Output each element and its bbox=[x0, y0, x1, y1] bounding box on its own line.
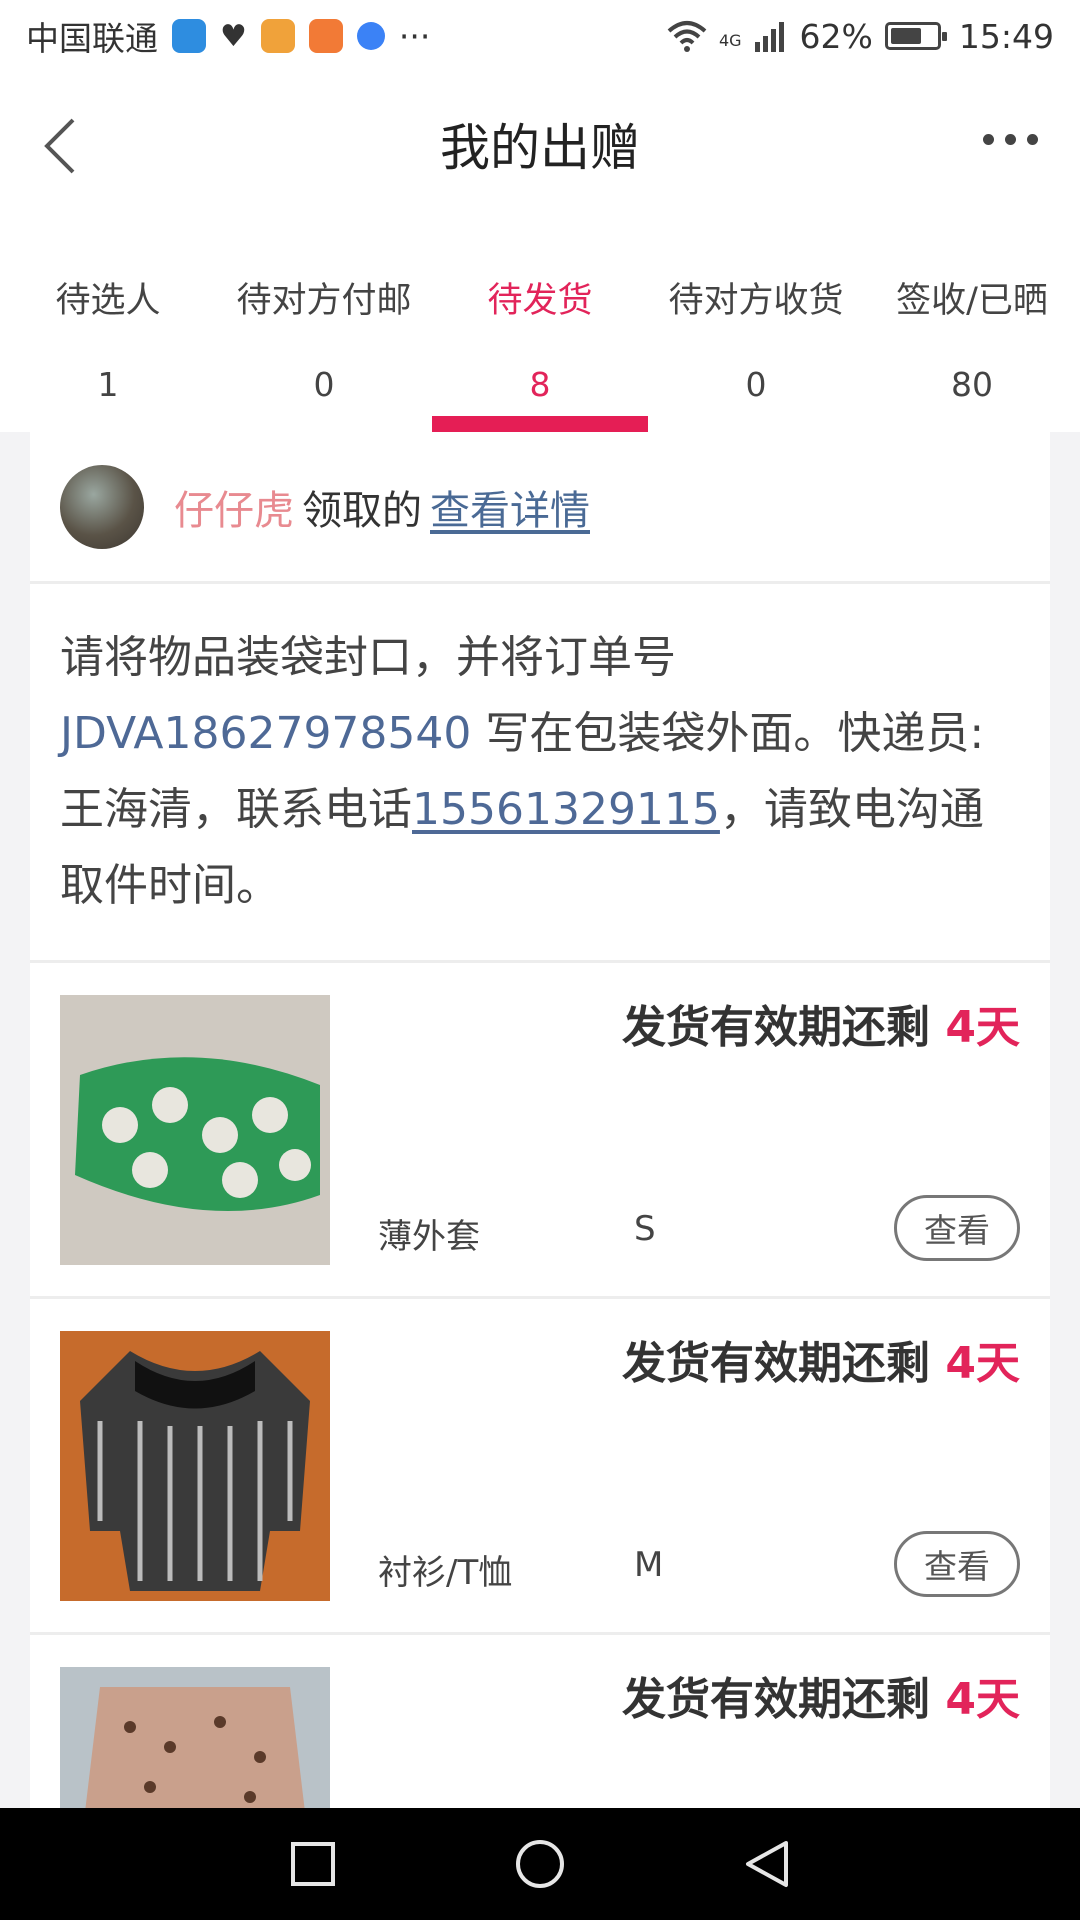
view-button[interactable]: 查看 bbox=[894, 1531, 1020, 1597]
days-left: 4天 bbox=[945, 1338, 1020, 1389]
order-card: 仔仔虎 领取的 查看详情 请将物品装袋封口，并将订单号 JDVA1862797854… bbox=[30, 432, 1050, 1808]
wifi-icon bbox=[667, 21, 707, 52]
tab-pending-receipt[interactable]: 待对方收货 0 bbox=[648, 216, 864, 432]
days-left: 4天 bbox=[945, 1002, 1020, 1053]
ship-deadline: 发货有效期还剩 4天 bbox=[622, 1663, 1020, 1727]
status-tabs: 待选人 1 待对方付邮 0 待发货 8 待对方收货 0 签收/已晒 80 bbox=[0, 216, 1080, 432]
tab-pending-shipment[interactable]: 待发货 8 bbox=[432, 216, 648, 432]
tab-count: 1 bbox=[97, 365, 119, 404]
phone-link[interactable]: 15561329115 bbox=[412, 784, 720, 835]
tab-pending-select[interactable]: 待选人 1 bbox=[0, 216, 216, 432]
status-bar: 中国联通 ♥ ··· 4G 62% 15:49 bbox=[0, 0, 1080, 72]
carrier-label: 中国联通 bbox=[26, 19, 158, 58]
tab-label: 待选人 bbox=[55, 281, 161, 321]
battery-percent: 62% bbox=[799, 16, 873, 56]
list-item: 发货有效期还剩 4天 衬衫/T恤 M 查看 bbox=[30, 1299, 1050, 1635]
battery-icon bbox=[884, 22, 947, 50]
tab-label: 待对方付邮 bbox=[236, 281, 412, 321]
receiver-name[interactable]: 仔仔虎 bbox=[174, 488, 294, 534]
item-photo[interactable] bbox=[60, 995, 330, 1265]
item-category: 衬衫/T恤 bbox=[378, 1553, 513, 1593]
tab-count: 0 bbox=[313, 365, 335, 404]
network-label: 4G bbox=[718, 30, 742, 50]
more-notifications: ··· bbox=[398, 16, 431, 56]
heart-icon: ♥ bbox=[220, 18, 247, 54]
receiver-action: 领取的 bbox=[302, 487, 422, 534]
view-details-link[interactable]: 查看详情 bbox=[430, 488, 590, 534]
clock: 15:49 bbox=[958, 16, 1054, 56]
home-icon[interactable] bbox=[510, 1834, 570, 1894]
deadline-label: 发货有效期还剩 bbox=[622, 1674, 946, 1725]
tab-count: 0 bbox=[745, 365, 767, 404]
item-category: 薄外套 bbox=[378, 1217, 480, 1257]
back-icon[interactable] bbox=[30, 116, 90, 176]
notice-text: 请将物品装袋封口，并将订单号 bbox=[60, 632, 676, 683]
tab-received[interactable]: 签收/已晒 80 bbox=[864, 216, 1080, 432]
recent-apps-icon[interactable] bbox=[283, 1834, 343, 1894]
app-header: 我的出赠 bbox=[0, 72, 1080, 216]
app-icon bbox=[260, 19, 295, 53]
ship-deadline: 发货有效期还剩 4天 bbox=[622, 1327, 1020, 1391]
item-photo[interactable] bbox=[60, 1667, 330, 1808]
shield-icon bbox=[172, 19, 206, 53]
tab-label: 待对方收货 bbox=[668, 281, 844, 321]
chat-icon bbox=[356, 22, 385, 50]
view-button[interactable]: 查看 bbox=[894, 1195, 1020, 1261]
shipping-notice: 请将物品装袋封口，并将订单号 JDVA18627978540 写在包装袋外面。快… bbox=[30, 584, 1050, 963]
video-icon bbox=[308, 19, 343, 53]
back-nav-icon[interactable] bbox=[737, 1834, 797, 1894]
list-item: 发货有效期还剩 4天 bbox=[30, 1635, 1050, 1808]
tab-count: 80 bbox=[951, 365, 993, 404]
signal-icon bbox=[754, 22, 784, 52]
more-icon[interactable] bbox=[983, 134, 1038, 145]
receiver-row: 仔仔虎 领取的 查看详情 bbox=[30, 432, 1050, 584]
deadline-label: 发货有效期还剩 bbox=[622, 1338, 946, 1389]
tab-count: 8 bbox=[529, 365, 551, 404]
system-nav-bar bbox=[0, 1808, 1080, 1920]
tab-label: 待发货 bbox=[487, 281, 593, 321]
order-number: JDVA18627978540 bbox=[60, 708, 472, 759]
list-item: 发货有效期还剩 4天 薄外套 S 查看 bbox=[30, 963, 1050, 1299]
tab-pending-postage[interactable]: 待对方付邮 0 bbox=[216, 216, 432, 432]
item-photo[interactable] bbox=[60, 1331, 330, 1601]
item-size: M bbox=[634, 1545, 664, 1585]
item-size: S bbox=[634, 1209, 656, 1249]
page-title: 我的出赠 bbox=[440, 119, 640, 177]
deadline-label: 发货有效期还剩 bbox=[622, 1002, 946, 1053]
active-tab-indicator bbox=[432, 416, 648, 432]
ship-deadline: 发货有效期还剩 4天 bbox=[622, 991, 1020, 1055]
avatar[interactable] bbox=[60, 464, 144, 549]
tab-label: 签收/已晒 bbox=[896, 281, 1048, 321]
days-left: 4天 bbox=[945, 1674, 1020, 1725]
